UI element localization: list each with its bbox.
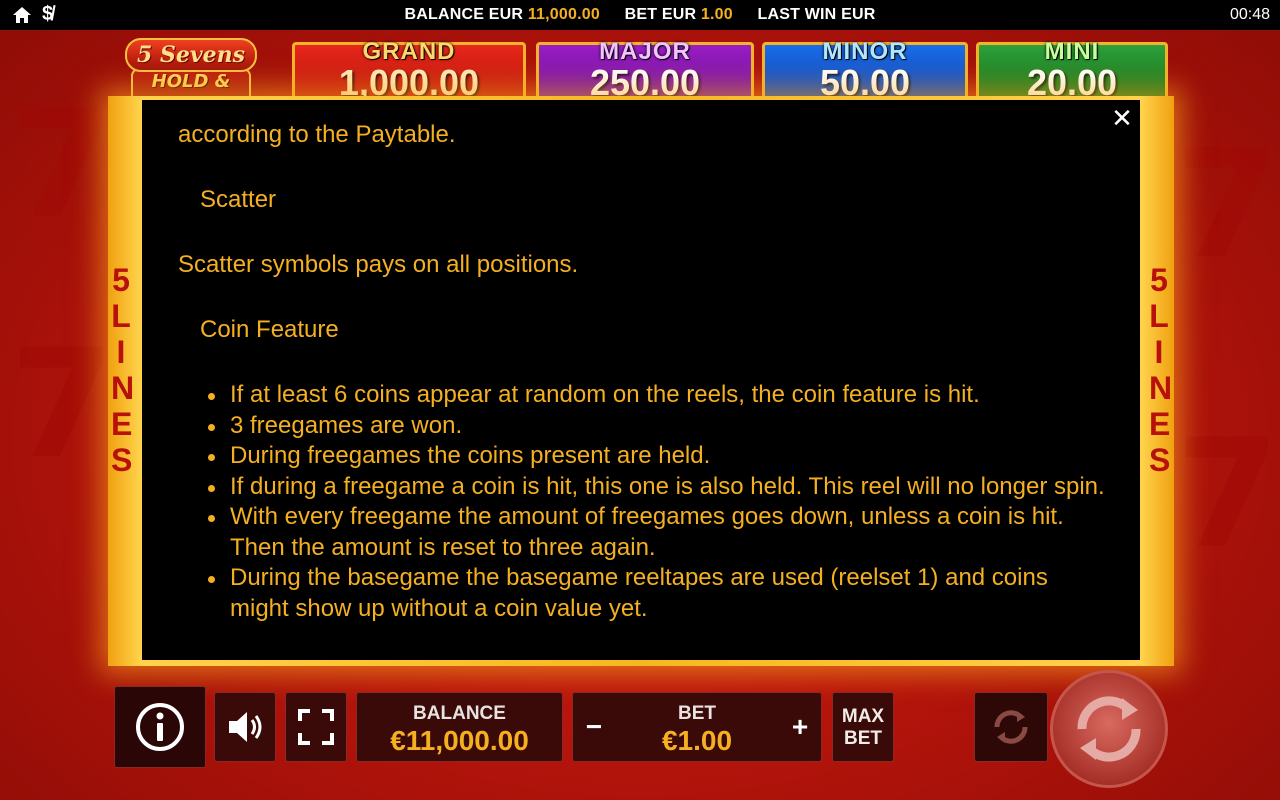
fullscreen-icon — [298, 709, 334, 745]
background-seven-decoration: 7 — [10, 78, 115, 252]
speaker-icon — [229, 712, 262, 742]
jackpot-mini: MINI 20.00 — [976, 39, 1168, 104]
background-seven-decoration: 7 — [1175, 118, 1280, 292]
sound-button[interactable] — [214, 692, 276, 762]
coin-feature-heading: Coin Feature — [200, 316, 339, 343]
status-summary: BALANCE EUR 11,000.00 BET EUR 1.00 LAST … — [0, 6, 1280, 24]
list-item: If during a freegame a coin is hit, this… — [200, 472, 1108, 503]
info-button[interactable] — [114, 686, 206, 768]
lines-label-right: 5LINES — [1144, 262, 1174, 478]
balance-value: €11,000.00 — [390, 725, 529, 756]
list-item: During freegames the coins present are h… — [200, 441, 1108, 472]
balance-label: BALANCE — [413, 703, 506, 724]
autoplay-button[interactable] — [974, 692, 1048, 762]
close-icon[interactable]: ✕ — [1108, 104, 1136, 132]
scatter-heading: Scatter — [200, 186, 277, 213]
info-icon — [136, 703, 184, 751]
status-balance-value: 11,000.00 — [527, 6, 600, 23]
status-bar: $̸ BALANCE EUR 11,000.00 BET EUR 1.00 LA… — [0, 0, 1280, 30]
lines-label-text: 5LINES — [111, 262, 135, 478]
autoplay-icon — [994, 710, 1028, 744]
status-last-win-label: LAST WIN EUR — [757, 6, 876, 23]
list-item: During the basegame the basegame reeltap… — [200, 563, 1108, 624]
spin-button[interactable] — [1050, 670, 1168, 788]
bet-control: − BET €1.00 + — [572, 692, 822, 762]
list-item: If at least 6 coins appear at random on … — [200, 380, 1108, 411]
max-bet-line1: MAX — [841, 706, 885, 727]
background-seven-decoration: 7 — [1175, 408, 1280, 582]
list-item: With every freegame the amount of freega… — [200, 502, 1108, 563]
balance-display: BALANCE €11,000.00 — [356, 692, 563, 762]
scatter-text: Scatter symbols pays on all positions. — [178, 251, 579, 278]
paytable-content: according to the Paytable. Scatter Scatt… — [178, 120, 1108, 624]
status-balance-label: BALANCE EUR — [404, 6, 524, 23]
logo-title: 5 Sevens — [124, 38, 257, 72]
lines-label-text: 5LINES — [1149, 262, 1173, 478]
coin-feature-list: If at least 6 coins appear at random on … — [178, 380, 1108, 624]
max-bet-line2: BET — [844, 728, 882, 749]
bet-label: BET — [678, 703, 716, 724]
list-item: 3 freegames are won. — [200, 411, 1108, 442]
status-bet-value: 1.00 — [700, 6, 733, 23]
jackpot-grand: GRAND 1,000.00 — [292, 39, 526, 104]
lines-label-left: 5LINES — [106, 262, 136, 478]
spin-icon — [1077, 696, 1141, 762]
bet-decrease-button[interactable]: − — [579, 711, 609, 743]
paytable-intro: according to the Paytable. — [178, 121, 456, 148]
bet-increase-button[interactable]: + — [785, 711, 815, 743]
max-bet-button[interactable]: MAX BET — [832, 692, 894, 762]
bet-value: €1.00 — [661, 725, 733, 756]
paytable-panel[interactable]: according to the Paytable. Scatter Scatt… — [142, 100, 1140, 660]
game-logo: 5 Sevens HOLD & WIN — [112, 38, 270, 120]
jackpot-major: MAJOR 250.00 — [536, 39, 754, 104]
status-bet-label: BET EUR — [624, 6, 697, 23]
fullscreen-button[interactable] — [285, 692, 347, 762]
jackpot-minor: MINOR 50.00 — [762, 39, 968, 104]
clock: 00:48 — [1229, 6, 1270, 23]
background-seven-decoration: 7 — [10, 318, 115, 492]
